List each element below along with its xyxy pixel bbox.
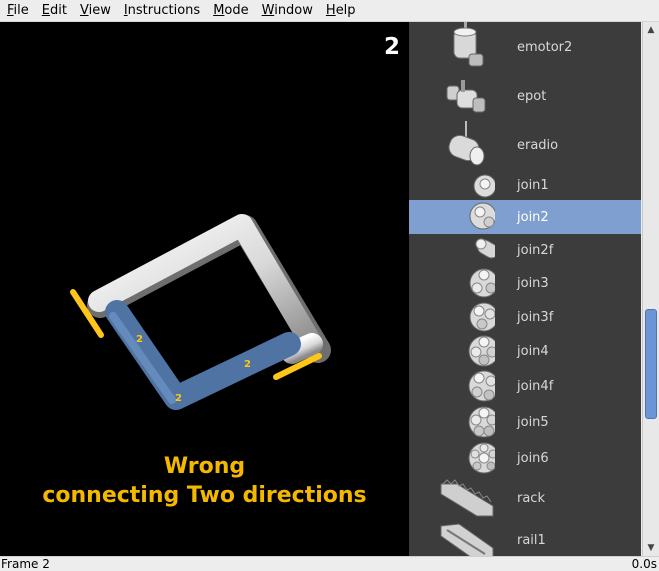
frame-number: 2	[383, 34, 400, 60]
menu-view[interactable]: View	[74, 0, 117, 21]
menu-edit[interactable]: Edit	[36, 0, 73, 21]
status-frame-label: Frame 2	[1, 557, 50, 571]
menu-instructions[interactable]: Instructions	[118, 0, 206, 21]
part-name: emotor2	[517, 39, 573, 55]
part-name: join2f	[517, 242, 554, 258]
join-part-icon	[469, 302, 495, 332]
part-name: join3f	[517, 309, 554, 325]
part-name: join2	[517, 209, 549, 225]
parts-scrollbar[interactable]: ▲ ▼	[642, 22, 659, 556]
caption-line-2: connecting Two directions	[42, 483, 367, 508]
part-name: join5	[517, 414, 549, 430]
menu-mode[interactable]: Mode	[207, 0, 254, 21]
part-item-epot[interactable]: epot	[409, 72, 641, 121]
part-name: join4f	[517, 378, 554, 394]
part-item-join3[interactable]: join3	[409, 266, 641, 300]
rail-part-icon	[440, 523, 494, 556]
part-item-join4f[interactable]: join4f	[409, 368, 641, 404]
part-item-join1[interactable]: join1	[409, 170, 641, 200]
menu-window[interactable]: Window	[256, 0, 319, 21]
menu-bar: File Edit View Instructions Mode Window …	[0, 0, 659, 22]
part-name: join4	[517, 343, 549, 359]
part-item-join3f[interactable]: join3f	[409, 300, 641, 334]
eradio-part-icon	[448, 121, 485, 166]
part-name: join6	[517, 450, 549, 466]
instruction-viewport[interactable]: 2 2 2 2 Wrong connecting Two directions	[0, 22, 409, 556]
join-part-icon	[473, 174, 495, 198]
join-part-icon	[468, 370, 495, 402]
segment-label: 2	[244, 359, 251, 370]
join-part-icon	[468, 442, 495, 474]
part-name: rail1	[517, 532, 546, 548]
rack-part-icon	[440, 479, 494, 517]
part-name: eradio	[517, 138, 559, 153]
join-part-icon	[468, 335, 495, 367]
part-item-rack[interactable]: rack	[409, 476, 641, 520]
segment-label: 2	[175, 393, 182, 404]
join-part-icon	[469, 268, 495, 298]
join-part-icon	[475, 238, 495, 259]
instruction-caption: Wrong connecting Two directions	[0, 452, 409, 510]
part-item-join2[interactable]: join2	[409, 200, 641, 234]
part-name: rack	[517, 490, 545, 506]
part-name: epot	[517, 89, 547, 104]
emotor-part-icon	[453, 22, 484, 67]
menu-help[interactable]: Help	[320, 0, 362, 21]
status-time: 0.0s	[631, 557, 657, 571]
scroll-down-arrow-icon[interactable]: ▼	[643, 540, 659, 556]
join-part-icon	[469, 202, 495, 230]
part-item-join2f[interactable]: join2f	[409, 234, 641, 266]
scroll-up-arrow-icon[interactable]: ▲	[643, 22, 659, 38]
parts-list: emotor2 epot eradio join1 join2 join2f j…	[409, 22, 641, 556]
part-item-rail1[interactable]: rail1	[409, 520, 641, 556]
part-name: join3	[517, 275, 549, 291]
part-item-join5[interactable]: join5	[409, 404, 641, 440]
caption-line-1: Wrong	[163, 454, 246, 479]
part-item-join6[interactable]: join6	[409, 440, 641, 476]
epot-part-icon	[446, 80, 486, 113]
part-item-eradio[interactable]: eradio	[409, 121, 641, 170]
menu-file[interactable]: File	[0, 0, 35, 21]
part-item-emotor2[interactable]: emotor2	[409, 22, 641, 72]
status-bar: Frame 2 0.0s	[0, 556, 659, 571]
segment-label: 2	[136, 334, 143, 345]
part-item-join4[interactable]: join4	[409, 334, 641, 368]
join-part-icon	[468, 406, 495, 438]
scrollbar-thumb[interactable]	[645, 309, 657, 419]
part-name: join1	[517, 177, 549, 193]
